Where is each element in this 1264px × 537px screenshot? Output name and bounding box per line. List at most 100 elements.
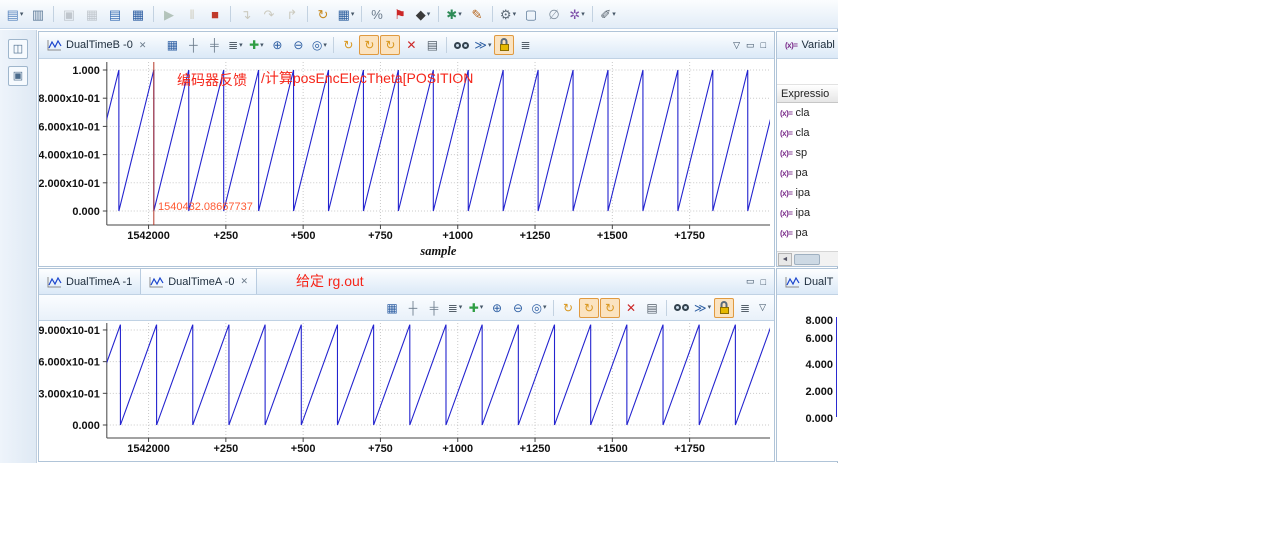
clear-button[interactable]: ∅ — [543, 3, 565, 25]
dualtimeb-chart-canvas[interactable]: 1542000+250+500+750+1000+1250+1500+17501… — [39, 59, 774, 266]
variable-row[interactable]: (x)=sp — [777, 143, 838, 163]
graph-properties-button[interactable]: ≣▾ — [225, 35, 245, 55]
variable-row[interactable]: (x)=cla — [777, 103, 838, 123]
clear-graph-button[interactable]: ✕ — [621, 298, 641, 318]
tab-dualtimea-0[interactable]: DualTimeA -0 ✕ — [140, 269, 257, 294]
freeze-button[interactable] — [714, 298, 734, 318]
save-button[interactable]: ▣ — [58, 3, 80, 25]
build-button[interactable]: ⚙▾ — [497, 3, 519, 25]
restore-view-button[interactable]: ◫ — [8, 39, 28, 59]
tab-dualt[interactable]: DualT — [777, 269, 838, 294]
svg-text:0.000: 0.000 — [72, 206, 99, 218]
auto-scale-button[interactable]: ↻ — [380, 35, 400, 55]
memory-browser-button[interactable]: ▦▾ — [335, 3, 357, 25]
refresh-button[interactable]: ↻ — [312, 3, 334, 25]
legend-button[interactable]: ≣ — [515, 35, 535, 55]
close-icon[interactable]: ✕ — [240, 276, 248, 287]
show-data-button[interactable]: ▦ — [162, 35, 182, 55]
suspend-button[interactable]: ‖ — [181, 3, 203, 25]
zoom-fit-button[interactable]: ◎▾ — [309, 35, 329, 55]
new-button[interactable]: ▤▾ — [4, 3, 26, 25]
snippet-button[interactable]: ✲▾ — [566, 3, 588, 25]
refresh-graph-button[interactable]: ↻ — [338, 35, 358, 55]
tab-dualtimea-1[interactable]: DualTimeA -1 — [39, 269, 140, 294]
dualt-mini-body[interactable]: 8.0006.0004.0002.0000.000 — [777, 295, 838, 461]
zoom-out-button[interactable]: ⊖ — [508, 298, 528, 318]
value-marker-button[interactable]: ╪ — [204, 35, 224, 55]
variable-row[interactable]: (x)=pa — [777, 223, 838, 243]
variable-row[interactable]: (x)=pa — [777, 163, 838, 183]
view-menu-icon[interactable]: ▽ — [733, 40, 740, 51]
svg-text:+1750: +1750 — [674, 443, 705, 455]
time-marker-button[interactable]: ┼ — [183, 35, 203, 55]
time-marker-button[interactable]: ┼ — [403, 298, 423, 318]
view-menu-icon[interactable]: ▽ — [759, 302, 766, 313]
maximize-icon[interactable]: □ — [761, 277, 766, 287]
variable-icon: (x)= — [780, 209, 792, 218]
step-into-button[interactable]: ↴ — [235, 3, 257, 25]
target-config-button[interactable]: ◆▾ — [412, 3, 434, 25]
resume-button[interactable]: ▶ — [158, 3, 180, 25]
dualtimea-chart-area: 1542000+250+500+750+1000+1250+1500+17509… — [39, 321, 774, 461]
zoom-out-button[interactable]: ⊖ — [288, 35, 308, 55]
annotate-button[interactable]: ✐▾ — [597, 3, 619, 25]
terminate-button[interactable]: ■ — [204, 3, 226, 25]
open-console-button[interactable]: ▥ — [27, 3, 49, 25]
save-all-button[interactable]: ▦ — [81, 3, 103, 25]
scroll-left-icon[interactable]: ◄ — [778, 253, 792, 266]
variable-row[interactable]: (x)=cla — [777, 123, 838, 143]
flag-breakpoint-button[interactable]: ⚑ — [389, 3, 411, 25]
new-window-button[interactable]: ▢ — [520, 3, 542, 25]
add-trace-button[interactable]: ✚▾ — [466, 298, 486, 318]
fast-view-button[interactable]: ▣ — [8, 66, 28, 86]
zoom-in-button[interactable]: ⊕ — [487, 298, 507, 318]
graph-properties-button[interactable]: ≣▾ — [445, 298, 465, 318]
console-view-button[interactable]: ▦ — [127, 3, 149, 25]
zoom-in-button[interactable]: ⊕ — [267, 35, 287, 55]
step-return-button[interactable]: ↱ — [281, 3, 303, 25]
minimize-icon[interactable]: ▭ — [746, 276, 755, 287]
column-header-expression[interactable]: Expressio — [777, 84, 838, 103]
scrollbar-thumb[interactable] — [794, 254, 820, 265]
tab-label: Variabl — [801, 39, 834, 51]
variable-label: ipa — [795, 187, 810, 199]
find-button[interactable] — [671, 298, 691, 318]
toolbar-separator — [230, 6, 231, 22]
show-data-button[interactable]: ▦ — [382, 298, 402, 318]
maximize-icon[interactable]: □ — [761, 40, 766, 50]
export-graph-button[interactable]: ▤ — [642, 298, 662, 318]
tab-dualtimeb-0[interactable]: DualTimeB -0 ✕ — [39, 32, 154, 58]
refresh-graph-button[interactable]: ↻ — [558, 298, 578, 318]
continuous-refresh-button[interactable]: ↻ — [359, 35, 379, 55]
legend-button[interactable]: ≣ — [735, 298, 755, 318]
minimize-icon[interactable]: ▭ — [746, 40, 755, 51]
find-button[interactable] — [451, 35, 471, 55]
highlight-button[interactable]: ✱▾ — [443, 3, 465, 25]
print-button[interactable]: ▤ — [104, 3, 126, 25]
horizontal-scrollbar[interactable]: ◄ — [777, 251, 838, 266]
variables-icon: (x)= — [785, 41, 797, 50]
value-marker-button[interactable]: ╪ — [424, 298, 444, 318]
auto-scale-button[interactable]: ↻ — [600, 298, 620, 318]
tab-variables[interactable]: (x)= Variabl — [777, 32, 838, 58]
profile-button[interactable]: % — [366, 3, 388, 25]
step-over-button[interactable]: ↷ — [258, 3, 280, 25]
svg-text:+750: +750 — [368, 443, 393, 455]
export-graph-button[interactable]: ▤ — [422, 35, 442, 55]
freeze-button[interactable] — [494, 35, 514, 55]
variable-row[interactable]: (x)=ipa — [777, 183, 838, 203]
svg-text:6.000x10-01: 6.000x10-01 — [39, 121, 100, 133]
dualtimeb-header: DualTimeB -0 ✕ ▦┼╪≣▾✚▾⊕⊖◎▾↻↻↻✕▤≫▾≣ ▽ ▭ □ — [39, 32, 774, 59]
svg-text:1542000: 1542000 — [127, 443, 170, 455]
track-button[interactable]: ≫▾ — [472, 35, 493, 55]
toolbar-separator — [438, 6, 439, 22]
pin-button[interactable]: ✎ — [466, 3, 488, 25]
add-trace-button[interactable]: ✚▾ — [246, 35, 266, 55]
dualtimea-chart-canvas[interactable]: 1542000+250+500+750+1000+1250+1500+17509… — [39, 321, 774, 461]
close-icon[interactable]: ✕ — [139, 40, 147, 51]
zoom-fit-button[interactable]: ◎▾ — [529, 298, 549, 318]
continuous-refresh-button[interactable]: ↻ — [579, 298, 599, 318]
variable-row[interactable]: (x)=ipa — [777, 203, 838, 223]
track-button[interactable]: ≫▾ — [692, 298, 713, 318]
clear-graph-button[interactable]: ✕ — [401, 35, 421, 55]
